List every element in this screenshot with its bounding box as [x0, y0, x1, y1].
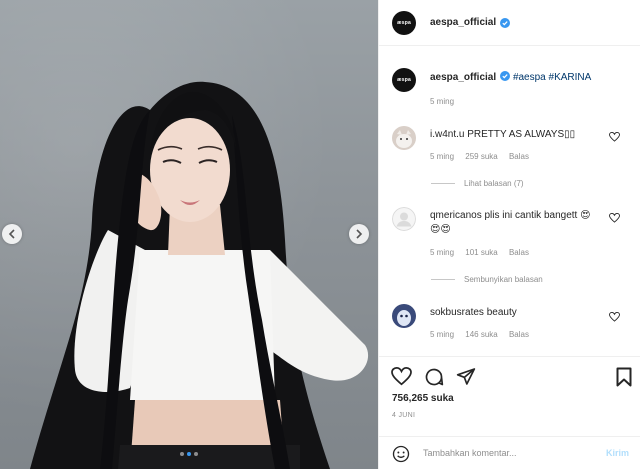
comment-text: qmericanos plis ini cantik bangett 😍😍😍 [430, 209, 600, 237]
divider [431, 183, 455, 184]
comment-likes[interactable]: 259 suka [465, 152, 497, 161]
post-photo [30, 81, 369, 469]
comment-meta: 5 ming 146 suka Balas [430, 330, 538, 339]
carousel-dot [180, 452, 184, 456]
caption-username[interactable]: aespa_official [430, 72, 496, 83]
comment-username[interactable]: i.w4nt.u [430, 129, 464, 140]
commenter-avatar[interactable] [392, 207, 416, 231]
comment-form: Kirim [379, 436, 640, 469]
comment-likes[interactable]: 101 suka [465, 248, 497, 257]
caption-time: 5 ming [430, 97, 455, 106]
verified-badge-icon [500, 17, 511, 28]
post-media[interactable] [0, 0, 378, 469]
heart-icon[interactable] [609, 213, 620, 223]
comment-meta: 5 ming 101 suka Balas [430, 248, 538, 257]
comment-reply-button[interactable]: Balas [509, 152, 529, 161]
commenter-avatar[interactable] [392, 126, 416, 150]
comment-text: sokbusrates beauty [430, 306, 600, 320]
comment-text: i.w4nt.u PRETTY AS ALWAYS▯▯ [430, 128, 600, 142]
bookmark-icon[interactable] [616, 367, 632, 387]
comment-username[interactable]: qmericanos [430, 210, 482, 221]
comment-icon[interactable] [424, 367, 444, 387]
post-comment-button[interactable]: Kirim [606, 448, 629, 458]
carousel-next-button[interactable] [349, 224, 369, 244]
account-avatar[interactable]: æspa [392, 10, 416, 35]
comment-meta: 5 ming 259 suka Balas [430, 152, 538, 161]
post-date: 4 JUNI [392, 412, 416, 419]
carousel-indicator [0, 452, 378, 456]
hide-replies-button[interactable]: Sembunyikan balasan [431, 275, 543, 284]
caption-text: aespa_official #aespa #KARINA [430, 71, 591, 83]
chevron-left-icon [8, 229, 15, 239]
divider [431, 279, 455, 280]
comment-body: PRETTY AS ALWAYS▯▯ [467, 129, 576, 140]
caption-hashtags[interactable]: #aespa #KARINA [513, 72, 591, 83]
verified-badge-icon [500, 71, 511, 81]
comment-reply-button[interactable]: Balas [509, 248, 529, 257]
comment-body: beauty [486, 307, 517, 318]
view-replies-label: Lihat balasan (7) [464, 179, 524, 188]
view-replies-button[interactable]: Lihat balasan (7) [431, 179, 524, 188]
caption-avatar[interactable]: æspa [392, 68, 416, 92]
chevron-right-icon [356, 229, 363, 239]
comment-time: 5 ming [430, 248, 455, 257]
comment-time: 5 ming [430, 330, 455, 339]
comment-likes[interactable]: 146 suka [465, 330, 497, 339]
post-header: æspa aespa_official [379, 0, 640, 46]
comment-reply-button[interactable]: Balas [509, 330, 529, 339]
heart-icon[interactable] [609, 132, 620, 142]
likes-count[interactable]: 756,265 suka [392, 393, 454, 404]
heart-icon[interactable] [609, 312, 620, 322]
comment-input[interactable] [423, 445, 599, 461]
heart-icon[interactable] [391, 367, 412, 386]
post-side-panel: æspa aespa_official æspa aespa_official … [378, 0, 640, 469]
comment-time: 5 ming [430, 152, 455, 161]
commenter-avatar[interactable] [392, 304, 416, 328]
account-username[interactable]: aespa_official [430, 17, 496, 28]
carousel-dot-active [187, 452, 191, 456]
hide-replies-label: Sembunyikan balasan [464, 275, 543, 284]
carousel-dot [194, 452, 198, 456]
post-actions: 756,265 suka 4 JUNI [379, 356, 640, 436]
emoji-icon[interactable] [392, 445, 410, 463]
share-icon[interactable] [456, 367, 476, 386]
carousel-prev-button[interactable] [2, 224, 22, 244]
comment-username[interactable]: sokbusrates [430, 307, 484, 318]
